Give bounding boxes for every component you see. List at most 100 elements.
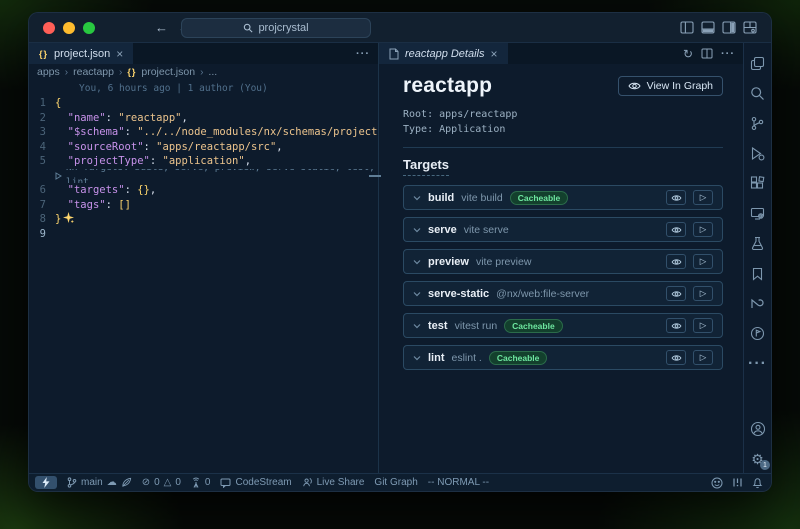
project-root: Root: apps/reactapp bbox=[403, 107, 723, 122]
run-target-button[interactable]: ▷ bbox=[693, 190, 713, 205]
accounts-icon[interactable] bbox=[749, 420, 766, 437]
line-number: 2 bbox=[29, 111, 55, 126]
customize-layout-icon[interactable] bbox=[743, 21, 757, 34]
toggle-sidebar-right-icon[interactable] bbox=[722, 21, 736, 34]
line-number: 3 bbox=[29, 125, 55, 140]
radio-tower-icon bbox=[191, 477, 201, 488]
view-target-button[interactable] bbox=[666, 286, 686, 301]
code-line[interactable]: 9 bbox=[29, 227, 378, 242]
target-row[interactable]: test vitest run Cacheable ▷ bbox=[403, 313, 723, 338]
eye-icon bbox=[671, 258, 682, 266]
close-window-button[interactable] bbox=[43, 22, 55, 34]
chevron-right-icon: › bbox=[200, 67, 203, 78]
explorer-icon[interactable] bbox=[749, 55, 766, 72]
chevron-down-icon[interactable] bbox=[413, 355, 421, 361]
code-line[interactable]: 4 "sourceRoot": "apps/reactapp/src", bbox=[29, 140, 378, 155]
split-editor-icon[interactable] bbox=[701, 48, 713, 59]
file-icon bbox=[389, 48, 399, 60]
targets-list: build vite build Cacheable ▷ serve vite … bbox=[403, 185, 723, 370]
breadcrumb-item-symbol[interactable]: ... bbox=[208, 66, 217, 78]
cloud-sync-icon[interactable]: ☁ bbox=[107, 478, 117, 488]
run-target-button[interactable]: ▷ bbox=[693, 286, 713, 301]
extensions-icon[interactable] bbox=[749, 175, 766, 192]
breadcrumb-item-reactapp[interactable]: reactapp bbox=[73, 66, 114, 78]
live-share-status[interactable]: Live Share bbox=[302, 477, 365, 488]
ports-status[interactable]: 0 bbox=[191, 477, 211, 488]
tab-reactapp-details[interactable]: reactapp Details × bbox=[379, 43, 508, 64]
prettier-icon[interactable] bbox=[732, 477, 743, 488]
code-line[interactable]: 2 "name": "reactapp", bbox=[29, 111, 378, 126]
target-row[interactable]: preview vite preview ▷ bbox=[403, 249, 723, 274]
git-branch-status[interactable]: main ☁ bbox=[67, 477, 132, 488]
code-line[interactable]: 7 "tags": [] bbox=[29, 198, 378, 213]
target-row[interactable]: lint eslint . Cacheable ▷ bbox=[403, 345, 723, 370]
run-target-button[interactable]: ▷ bbox=[693, 254, 713, 269]
target-command: vitest run bbox=[455, 320, 498, 332]
run-debug-icon[interactable] bbox=[749, 145, 766, 162]
close-tab-icon[interactable]: × bbox=[116, 47, 123, 61]
nav-back-icon[interactable]: ← bbox=[155, 20, 168, 35]
refresh-icon[interactable]: ↻ bbox=[683, 47, 693, 61]
remote-explorer-icon[interactable] bbox=[749, 205, 766, 222]
source-control-icon[interactable] bbox=[749, 115, 766, 132]
view-target-button[interactable] bbox=[666, 318, 686, 333]
chevron-down-icon[interactable] bbox=[413, 323, 421, 329]
code-line[interactable]: 8} bbox=[29, 212, 378, 227]
search-icon[interactable] bbox=[749, 85, 766, 102]
additional-views-icon[interactable]: ··· bbox=[749, 355, 766, 372]
nx-targets-codelens[interactable]: Nx Targets: build, serve, preview, serve… bbox=[29, 169, 378, 184]
testing-beaker-icon[interactable] bbox=[749, 235, 766, 252]
errors-icon: ⊘ bbox=[142, 478, 150, 488]
bookmarks-icon[interactable] bbox=[749, 265, 766, 282]
run-target-button[interactable]: ▷ bbox=[693, 350, 713, 365]
feedback-smiley-icon[interactable] bbox=[711, 477, 723, 489]
toggle-sidebar-left-icon[interactable] bbox=[680, 21, 694, 34]
cacheable-badge: Cacheable bbox=[489, 351, 548, 365]
code-line[interactable]: 5 "projectType": "application", bbox=[29, 154, 378, 169]
notifications-bell-icon[interactable] bbox=[752, 477, 763, 489]
titlebar: ← → projcrystal bbox=[29, 13, 771, 43]
code-line[interactable]: 1{ bbox=[29, 96, 378, 111]
remote-indicator[interactable] bbox=[35, 476, 57, 489]
nx-console-icon[interactable] bbox=[749, 295, 766, 312]
code-editor[interactable]: You, 6 hours ago | 1 author (You) 1{2 "n… bbox=[29, 80, 378, 473]
chevron-down-icon[interactable] bbox=[413, 259, 421, 265]
code-line[interactable]: 3 "$schema": "../../node_modules/nx/sche… bbox=[29, 125, 378, 140]
target-name: lint bbox=[428, 352, 445, 364]
command-center-search[interactable]: projcrystal bbox=[181, 18, 371, 38]
gitlens-icon[interactable] bbox=[749, 325, 766, 342]
run-target-button[interactable]: ▷ bbox=[693, 318, 713, 333]
view-in-graph-button[interactable]: View In Graph bbox=[618, 76, 723, 96]
line-number: 8 bbox=[29, 212, 55, 227]
maximize-window-button[interactable] bbox=[83, 22, 95, 34]
editor-actions-more-icon[interactable]: ··· bbox=[721, 48, 735, 60]
breadcrumb-item-apps[interactable]: apps bbox=[37, 66, 60, 78]
eye-icon bbox=[671, 354, 682, 362]
close-tab-icon[interactable]: × bbox=[491, 47, 498, 61]
sash-handle[interactable] bbox=[369, 175, 381, 177]
vim-mode-indicator[interactable]: -- NORMAL -- bbox=[428, 477, 489, 488]
editor-actions-more-icon[interactable]: ··· bbox=[356, 48, 370, 60]
view-target-button[interactable] bbox=[666, 254, 686, 269]
chevron-down-icon[interactable] bbox=[413, 291, 421, 297]
code-line[interactable]: 6 "targets": {}, bbox=[29, 183, 378, 198]
toggle-panel-icon[interactable] bbox=[701, 21, 715, 34]
target-row[interactable]: build vite build Cacheable ▷ bbox=[403, 185, 723, 210]
target-row[interactable]: serve vite serve ▷ bbox=[403, 217, 723, 242]
tab-project-json[interactable]: {} project.json × bbox=[29, 43, 133, 64]
chevron-down-icon[interactable] bbox=[413, 195, 421, 201]
breadcrumb-item-file[interactable]: project.json bbox=[141, 66, 195, 78]
feather-icon[interactable] bbox=[121, 477, 132, 488]
view-target-button[interactable] bbox=[666, 190, 686, 205]
json-file-icon: {} bbox=[39, 49, 48, 59]
run-target-button[interactable]: ▷ bbox=[693, 222, 713, 237]
minimize-window-button[interactable] bbox=[63, 22, 75, 34]
problems-status[interactable]: ⊘ 0 △ 0 bbox=[142, 477, 181, 488]
chevron-down-icon[interactable] bbox=[413, 227, 421, 233]
codestream-status[interactable]: CodeStream bbox=[220, 477, 291, 488]
target-row[interactable]: serve-static @nx/web:file-server ▷ bbox=[403, 281, 723, 306]
view-target-button[interactable] bbox=[666, 350, 686, 365]
view-target-button[interactable] bbox=[666, 222, 686, 237]
settings-gear-icon[interactable]: ⚙ 1 bbox=[749, 450, 766, 467]
git-graph-status[interactable]: Git Graph bbox=[374, 477, 417, 488]
